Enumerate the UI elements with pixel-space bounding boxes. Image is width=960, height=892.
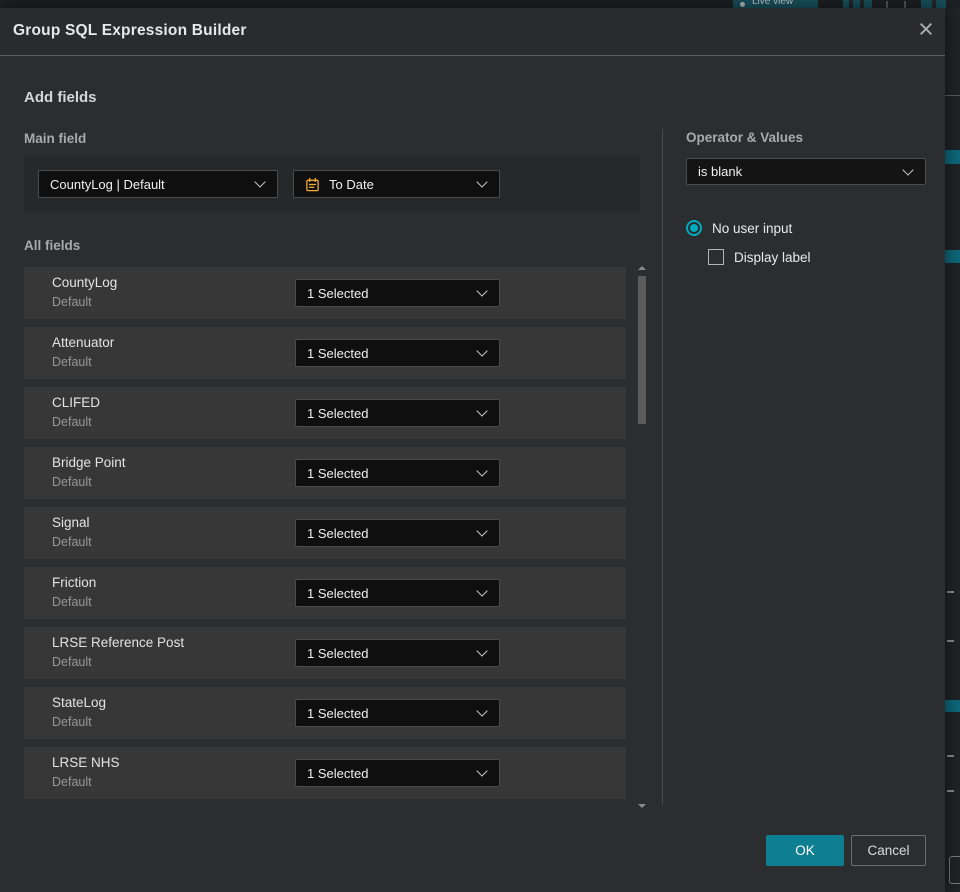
field-type: Default: [52, 295, 92, 309]
field-selection-dropdown[interactable]: 1 Selected: [295, 639, 500, 667]
background-fragment: [945, 700, 960, 712]
background-fragment: [947, 591, 954, 593]
main-field-label: Main field: [24, 131, 87, 146]
field-type: Default: [52, 595, 92, 609]
field-row: CLIFED Default 1 Selected: [24, 387, 626, 439]
field-selection-dropdown[interactable]: 1 Selected: [295, 399, 500, 427]
field-name: Attenuator: [52, 335, 115, 350]
field-row: StateLog Default 1 Selected: [24, 687, 626, 739]
field-type: Default: [52, 775, 92, 789]
display-label-checkbox[interactable]: Display label: [708, 249, 811, 265]
live-view-label: Live view: [752, 0, 794, 7]
toolbar-bar-icon: [849, 0, 853, 8]
field-name: Friction: [52, 575, 97, 590]
background-fragment: [945, 150, 960, 164]
ok-button[interactable]: OK: [766, 835, 844, 866]
background-fragment: [945, 95, 960, 96]
main-field-dropdown[interactable]: CountyLog | Default: [38, 170, 278, 198]
background-fragment: [947, 790, 954, 792]
field-selection-dropdown[interactable]: 1 Selected: [295, 459, 500, 487]
toolbar-bar-icon: [860, 0, 864, 8]
field-name: LRSE NHS: [52, 755, 120, 770]
field-row: CountyLog Default 1 Selected: [24, 267, 626, 319]
scroll-up-icon[interactable]: [638, 266, 646, 270]
field-row: Signal Default 1 Selected: [24, 507, 626, 559]
background-toolbar-button: [921, 0, 946, 8]
chevron-down-icon: [476, 176, 488, 188]
toolbar-bar-icon: [932, 0, 936, 8]
radio-selected-icon[interactable]: [686, 220, 702, 236]
field-row: LRSE Reference Post Default 1 Selected: [24, 627, 626, 679]
field-name: CountyLog: [52, 275, 118, 290]
field-type: Default: [52, 355, 92, 369]
checkbox-unchecked-icon[interactable]: [708, 249, 724, 265]
background-fragment: [949, 856, 960, 884]
chevron-down-icon: [902, 163, 914, 176]
background-app-strip: Live view: [0, 0, 960, 8]
field-name: Bridge Point: [52, 455, 126, 470]
group-sql-expression-builder-dialog: Group SQL Expression Builder × Add field…: [0, 8, 945, 892]
field-selection-dropdown[interactable]: 1 Selected: [295, 519, 500, 547]
live-dot-icon: [740, 2, 745, 7]
chevron-down-icon: [476, 585, 488, 597]
background-fragment: [947, 640, 954, 642]
main-field-type-dropdown[interactable]: To Date: [293, 170, 500, 198]
field-selection-dropdown[interactable]: 1 Selected: [295, 759, 500, 787]
toolbar-tick-icon: [886, 1, 888, 8]
field-type: Default: [52, 715, 92, 729]
chevron-down-icon: [254, 176, 266, 188]
field-type: Default: [52, 655, 92, 669]
calendar-icon: [306, 177, 319, 191]
toolbar-tick-icon: [904, 1, 906, 8]
list-scrollbar[interactable]: [636, 266, 648, 808]
scroll-down-icon[interactable]: [638, 804, 646, 808]
chevron-down-icon: [476, 705, 488, 717]
dialog-header: Group SQL Expression Builder ×: [0, 8, 945, 56]
field-name: StateLog: [52, 695, 107, 710]
field-type: Default: [52, 415, 92, 429]
background-app-right-strip: [945, 8, 960, 892]
scrollbar-thumb[interactable]: [638, 276, 646, 424]
no-user-input-radio[interactable]: No user input: [686, 220, 792, 236]
background-fragment: [947, 755, 954, 757]
chevron-down-icon: [476, 765, 488, 777]
background-fragment: [945, 250, 960, 263]
chevron-down-icon: [476, 525, 488, 537]
field-name: CLIFED: [52, 395, 101, 410]
background-toolbar-button: [843, 0, 872, 8]
field-row: LRSE NHS Default 1 Selected: [24, 747, 626, 799]
field-selection-dropdown[interactable]: 1 Selected: [295, 699, 500, 727]
field-selection-dropdown[interactable]: 1 Selected: [295, 279, 500, 307]
live-view-button: Live view: [733, 0, 818, 8]
main-field-panel: CountyLog | Default To Date: [24, 157, 640, 212]
field-row: Bridge Point Default 1 Selected: [24, 447, 626, 499]
panel-divider: [662, 129, 663, 805]
dialog-title: Group SQL Expression Builder: [13, 22, 247, 39]
add-fields-heading: Add fields: [24, 89, 97, 106]
screen: Live view Group SQL Expression Builder ×…: [0, 0, 960, 892]
chevron-down-icon: [476, 405, 488, 417]
chevron-down-icon: [476, 345, 488, 357]
all-fields-label: All fields: [24, 238, 81, 253]
field-name: Signal: [52, 515, 90, 530]
operator-values-label: Operator & Values: [686, 130, 804, 145]
field-selection-dropdown[interactable]: 1 Selected: [295, 339, 500, 367]
field-name: LRSE Reference Post: [52, 635, 185, 650]
field-type: Default: [52, 475, 92, 489]
field-row: Attenuator Default 1 Selected: [24, 327, 626, 379]
chevron-down-icon: [476, 285, 488, 297]
chevron-down-icon: [476, 645, 488, 657]
operator-dropdown[interactable]: is blank: [686, 158, 926, 185]
cancel-button[interactable]: Cancel: [851, 835, 926, 866]
field-row: Friction Default 1 Selected: [24, 567, 626, 619]
chevron-down-icon: [476, 465, 488, 477]
close-icon[interactable]: ×: [912, 16, 940, 44]
field-type: Default: [52, 535, 92, 549]
field-selection-dropdown[interactable]: 1 Selected: [295, 579, 500, 607]
